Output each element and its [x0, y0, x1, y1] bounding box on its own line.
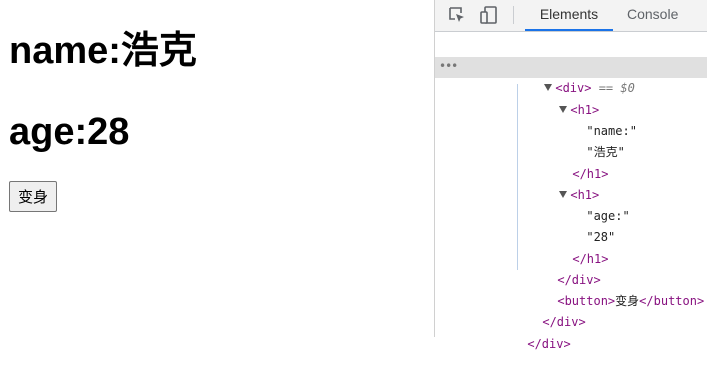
tree-row-button[interactable]: <button>变身</button>	[435, 270, 707, 308]
tree-row-div-outer[interactable]: <div>	[435, 36, 707, 74]
tab-elements[interactable]: Elements	[525, 0, 613, 31]
tree-row-h1-age[interactable]: <h1>	[435, 164, 707, 202]
dom-tree: <div> •••<div> == $0 <h1> "name:" "浩克" <…	[435, 32, 707, 351]
transform-button[interactable]: 变身	[9, 181, 58, 212]
tree-row-h1-name-close[interactable]: </h1>	[435, 143, 707, 181]
tree-row-div-outer-close[interactable]: </div>	[435, 291, 707, 329]
devtools-toolbar: Elements Console	[435, 0, 707, 32]
tree-row-text-age-val[interactable]: "28"	[435, 206, 707, 244]
tree-row-h1-age-close[interactable]: </h1>	[435, 228, 707, 266]
tree-row-h1-name[interactable]: <h1>	[435, 79, 707, 117]
toolbar-divider	[513, 6, 514, 24]
tree-row-text-age-key[interactable]: "age:"	[435, 185, 707, 223]
tree-row-div-root-close[interactable]: </div>	[435, 313, 707, 351]
inspect-element-icon[interactable]	[446, 4, 468, 26]
device-toolbar-icon[interactable]	[478, 4, 500, 26]
tab-console[interactable]: Console	[627, 0, 678, 31]
more-options-icon[interactable]: •••	[439, 57, 458, 75]
devtools-panel: Elements Console <div> •••<div> == $0 <h…	[434, 0, 707, 351]
tree-row-div-selected[interactable]: ••• <div> == $0	[435, 57, 707, 95]
tree-row-div-selected-close[interactable]: </div>	[435, 249, 707, 287]
tree-row-text-name-val[interactable]: "浩克"	[435, 121, 707, 159]
age-heading: age:28	[9, 111, 130, 153]
tree-row-text-name-key[interactable]: "name:"	[435, 100, 707, 138]
rendered-page: name:浩克 age:28 变身	[0, 0, 434, 337]
name-heading: name:浩克	[9, 30, 197, 72]
